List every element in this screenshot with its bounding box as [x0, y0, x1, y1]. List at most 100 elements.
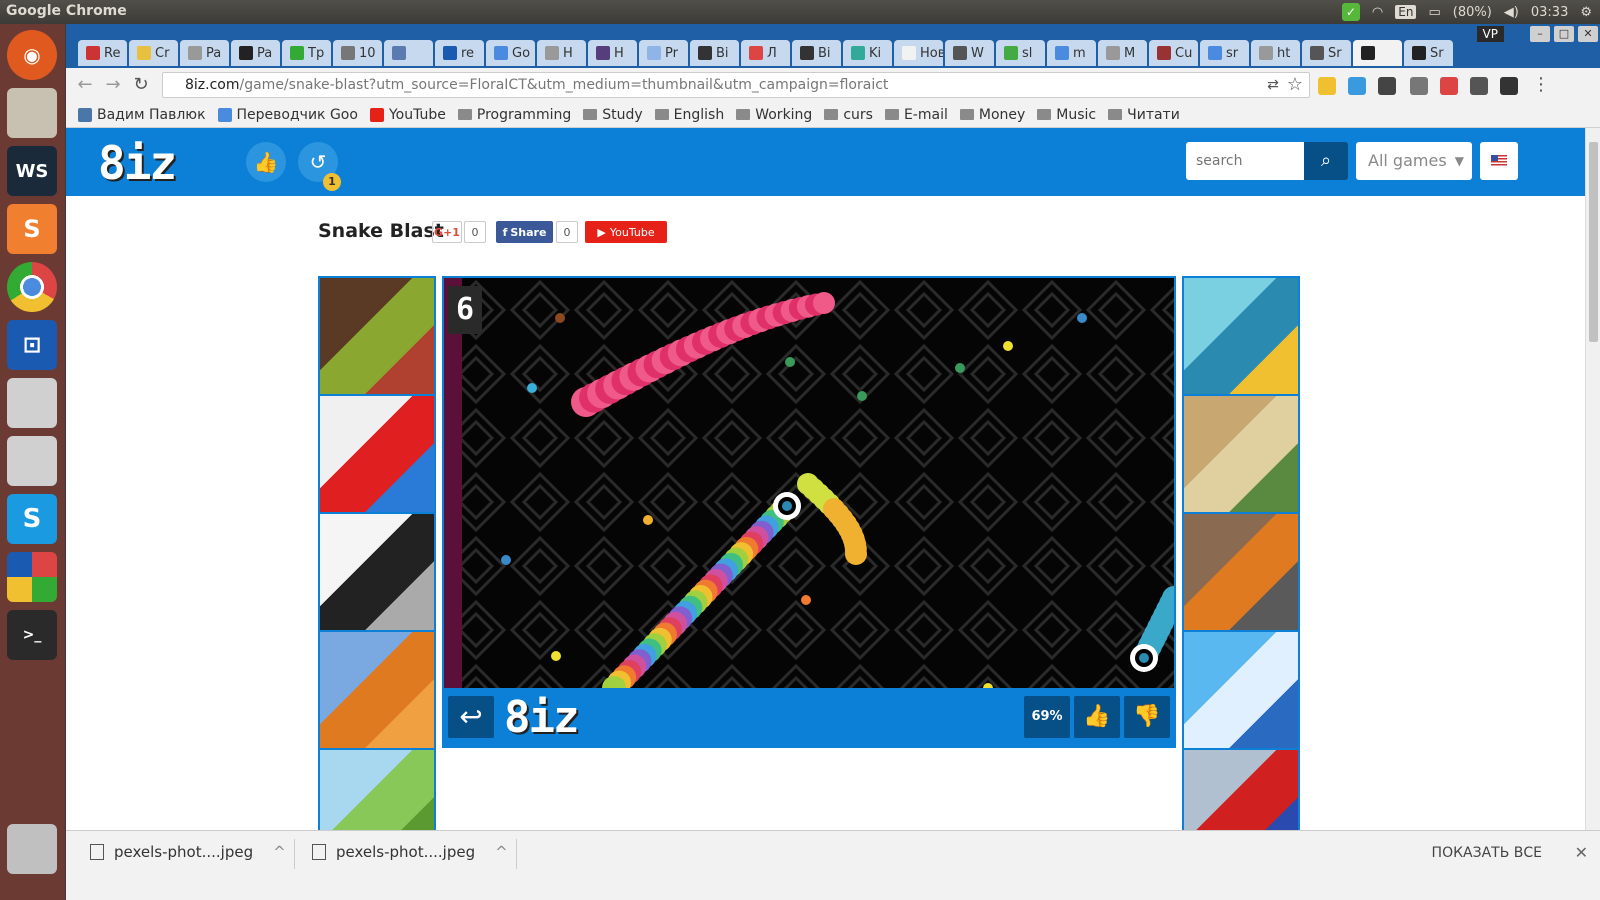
- minimize-button[interactable]: –: [1530, 26, 1550, 42]
- browser-tab[interactable]: Cu: [1149, 40, 1198, 66]
- browser-tab[interactable]: re: [435, 40, 484, 66]
- browser-tab[interactable]: Tp: [282, 40, 331, 66]
- browser-tab[interactable]: sr: [1200, 40, 1249, 66]
- browser-tab[interactable]: m: [1047, 40, 1096, 66]
- browser-tab[interactable]: Pr: [639, 40, 688, 66]
- thumbs-down-button[interactable]: 👎: [1124, 696, 1170, 738]
- back-arrow-button[interactable]: ↩: [448, 696, 494, 738]
- volume-icon[interactable]: ◀): [1504, 5, 1519, 20]
- extension-icon[interactable]: [1348, 77, 1366, 95]
- chevron-up-icon[interactable]: ^: [273, 843, 286, 861]
- forward-arrow-icon[interactable]: →: [102, 74, 124, 96]
- browser-tab[interactable]: Cr: [129, 40, 178, 66]
- google-plus-button[interactable]: G+1: [432, 221, 462, 243]
- browser-tab[interactable]: Sr: [1404, 40, 1453, 66]
- browser-tab[interactable]: Bi: [690, 40, 739, 66]
- game-bar-logo[interactable]: 8iz: [504, 692, 579, 743]
- gear-icon[interactable]: ⚙: [1580, 5, 1592, 20]
- bookmark-folder[interactable]: Music: [1037, 107, 1096, 123]
- disk-drive-icon[interactable]: [7, 378, 57, 428]
- bookmark-link[interactable]: Вадим Павлюк: [78, 107, 206, 123]
- trash-icon[interactable]: [7, 824, 57, 874]
- bookmark-folder[interactable]: Programming: [457, 107, 571, 123]
- download-item[interactable]: pexels-phot....jpeg ^: [90, 843, 286, 861]
- back-arrow-icon[interactable]: ←: [74, 74, 96, 96]
- bookmark-link[interactable]: Переводчик Goo: [217, 107, 358, 123]
- extension-icon[interactable]: [1440, 77, 1458, 95]
- facebook-share-button[interactable]: f Share: [496, 221, 553, 243]
- download-item[interactable]: pexels-phot....jpeg ^: [312, 843, 508, 861]
- language-selector[interactable]: [1480, 142, 1518, 180]
- bookmark-folder[interactable]: E-mail: [884, 107, 948, 123]
- browser-tab[interactable]: Л: [741, 40, 790, 66]
- extension-icon[interactable]: [1410, 77, 1428, 95]
- chrome-icon[interactable]: [7, 262, 57, 312]
- profile-badge[interactable]: VP: [1476, 26, 1504, 42]
- maximize-button[interactable]: □: [1554, 26, 1574, 42]
- remote-desktop-icon[interactable]: ⊡: [7, 320, 57, 370]
- checkmark-icon[interactable]: ✓: [1341, 3, 1360, 21]
- browser-tab[interactable]: M: [1098, 40, 1147, 66]
- game-thumbnail[interactable]: [320, 396, 434, 512]
- browser-tab[interactable]: H: [537, 40, 586, 66]
- skype-icon[interactable]: S: [7, 494, 57, 544]
- game-thumbnail[interactable]: [1184, 632, 1298, 748]
- scrollbar-thumb[interactable]: [1589, 142, 1598, 342]
- browser-tab[interactable]: Ki: [843, 40, 892, 66]
- browser-tab[interactable]: Re: [78, 40, 127, 66]
- workspaces-icon[interactable]: [7, 552, 57, 602]
- menu-dots-icon[interactable]: ⋮: [1530, 74, 1552, 96]
- clock[interactable]: 03:33: [1531, 5, 1568, 20]
- bookmark-folder[interactable]: Читати: [1108, 107, 1180, 123]
- bookmark-folder[interactable]: English: [654, 107, 724, 123]
- chevron-up-icon[interactable]: ^: [495, 843, 508, 861]
- extension-icon[interactable]: [1470, 77, 1488, 95]
- browser-tab[interactable]: [384, 40, 433, 66]
- extension-icon[interactable]: [1500, 77, 1518, 95]
- game-thumbnail[interactable]: [1184, 396, 1298, 512]
- battery-icon[interactable]: ▭: [1428, 5, 1440, 20]
- bookmark-link[interactable]: YouTube: [369, 107, 446, 123]
- keyboard-layout-indicator[interactable]: En: [1395, 5, 1417, 19]
- disk-drive-icon[interactable]: [7, 436, 57, 486]
- translate-icon[interactable]: ⇄: [1262, 74, 1284, 96]
- show-all-downloads-link[interactable]: ПОКАЗАТЬ ВСЕ: [1432, 845, 1542, 861]
- close-window-button[interactable]: ✕: [1578, 26, 1598, 42]
- games-filter-select[interactable]: All games ▼: [1356, 142, 1472, 180]
- browser-tab[interactable]: Go: [486, 40, 535, 66]
- bookmark-folder[interactable]: curs: [824, 107, 873, 123]
- thumbs-up-icon[interactable]: 👍: [246, 142, 286, 182]
- sublime-text-icon[interactable]: S: [7, 204, 57, 254]
- game-thumbnail[interactable]: [1184, 278, 1298, 394]
- page-scrollbar[interactable]: [1585, 128, 1600, 854]
- extension-gear-icon[interactable]: [1378, 77, 1396, 95]
- browser-tab[interactable]: Pa: [180, 40, 229, 66]
- browser-tab[interactable]: Нова: [894, 40, 943, 66]
- browser-tab[interactable]: 10: [333, 40, 382, 66]
- bookmark-star-icon[interactable]: ☆: [1284, 74, 1306, 96]
- browser-tab[interactable]: H: [588, 40, 637, 66]
- ubuntu-dash-icon[interactable]: ◉: [7, 30, 57, 80]
- terminal-icon[interactable]: >_: [7, 610, 57, 660]
- browser-tab[interactable]: sl: [996, 40, 1045, 66]
- browser-tab[interactable]: W: [945, 40, 994, 66]
- file-manager-icon[interactable]: [7, 88, 57, 138]
- browser-tab[interactable]: [1353, 40, 1402, 66]
- wifi-icon[interactable]: ◠: [1372, 5, 1383, 20]
- game-thumbnail[interactable]: [320, 278, 434, 394]
- game-thumbnail[interactable]: [320, 514, 434, 630]
- extension-icon[interactable]: [1318, 77, 1336, 95]
- webstorm-icon[interactable]: WS: [7, 146, 57, 196]
- game-thumbnail[interactable]: [320, 632, 434, 748]
- game-canvas[interactable]: [444, 278, 1174, 688]
- bookmark-folder[interactable]: Working: [736, 107, 812, 123]
- address-bar[interactable]: 8iz.com/game/snake-blast?utm_source=Flor…: [162, 72, 1310, 98]
- search-button[interactable]: ⌕: [1304, 142, 1348, 180]
- browser-tab[interactable]: Bi: [792, 40, 841, 66]
- browser-tab[interactable]: Sr: [1302, 40, 1351, 66]
- search-input[interactable]: [1186, 142, 1306, 180]
- reload-icon[interactable]: ↻: [130, 74, 152, 96]
- youtube-button[interactable]: ▶ YouTube: [585, 221, 667, 243]
- bookmark-folder[interactable]: Study: [583, 107, 643, 123]
- close-icon[interactable]: ✕: [1575, 843, 1588, 862]
